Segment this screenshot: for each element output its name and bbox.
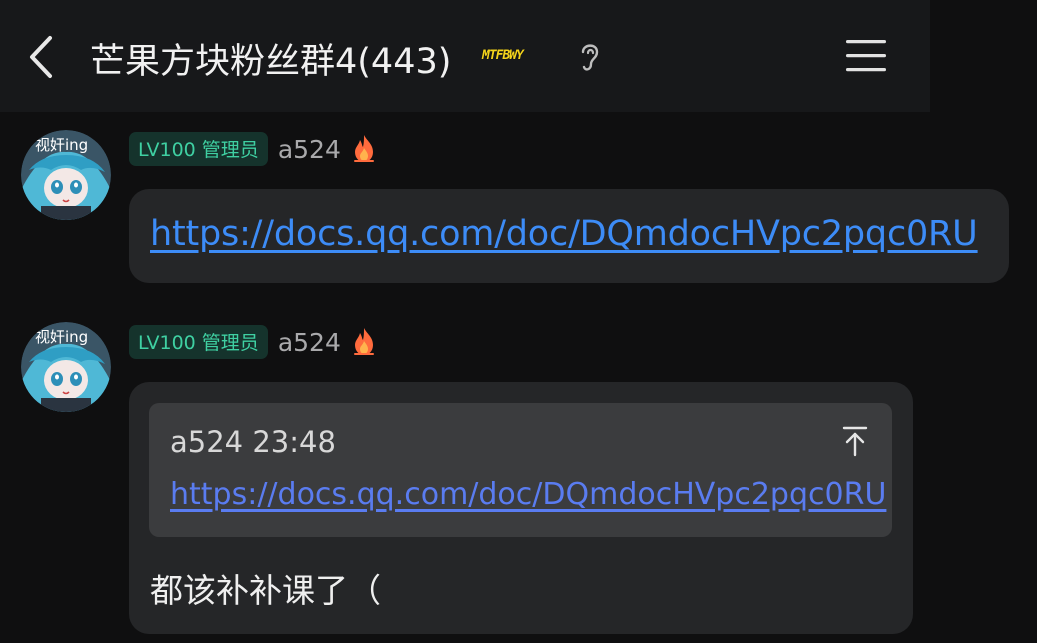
role-tag: LV100 管理员 bbox=[129, 325, 268, 359]
avatar-overlay-text: 视奸ing bbox=[35, 136, 88, 154]
avatar[interactable]: 视奸ing bbox=[21, 130, 111, 220]
message-bubble[interactable]: a524 23:48 https://docs.qq.com/doc/DQmdo… bbox=[129, 382, 913, 634]
doc-link[interactable]: https://docs.qq.com/doc/DQmdocHVpc2pqc0R… bbox=[150, 214, 978, 254]
chat-screen: 芒果方块粉丝群4(443) MTFBWY 视奸ing LV100 管理员 a52… bbox=[0, 0, 1037, 643]
chevron-left-icon[interactable] bbox=[26, 34, 58, 80]
ear-icon[interactable] bbox=[578, 40, 602, 74]
avatar-overlay-text: 视奸ing bbox=[35, 328, 88, 346]
quoted-message[interactable]: a524 23:48 https://docs.qq.com/doc/DQmdo… bbox=[149, 403, 892, 537]
avatar-image: 视奸ing bbox=[21, 322, 111, 412]
fire-icon bbox=[353, 135, 374, 162]
message-meta: LV100 管理员 a524 bbox=[129, 325, 377, 359]
hamburger-menu-icon[interactable] bbox=[845, 38, 887, 74]
message-text: 都该补补课了（ bbox=[150, 571, 381, 610]
role-tag: LV100 管理员 bbox=[129, 132, 268, 166]
avatar[interactable]: 视奸ing bbox=[21, 322, 111, 412]
group-badge: MTFBWY bbox=[482, 48, 524, 63]
sender-nickname[interactable]: a524 bbox=[278, 328, 341, 357]
message-bubble[interactable]: https://docs.qq.com/doc/DQmdocHVpc2pqc0R… bbox=[129, 189, 1009, 283]
quoted-doc-link[interactable]: https://docs.qq.com/doc/DQmdocHVpc2pqc0R… bbox=[170, 477, 886, 512]
fire-icon bbox=[353, 328, 374, 355]
quote-header: a524 23:48 bbox=[170, 425, 336, 459]
sender-nickname[interactable]: a524 bbox=[278, 135, 341, 164]
avatar-image: 视奸ing bbox=[21, 130, 111, 220]
chat-header: 芒果方块粉丝群4(443) MTFBWY bbox=[0, 0, 930, 112]
message-meta: LV100 管理员 a524 bbox=[129, 132, 377, 166]
chat-title: 芒果方块粉丝群4(443) bbox=[90, 42, 452, 82]
arrow-up-to-top-icon[interactable] bbox=[841, 425, 869, 457]
